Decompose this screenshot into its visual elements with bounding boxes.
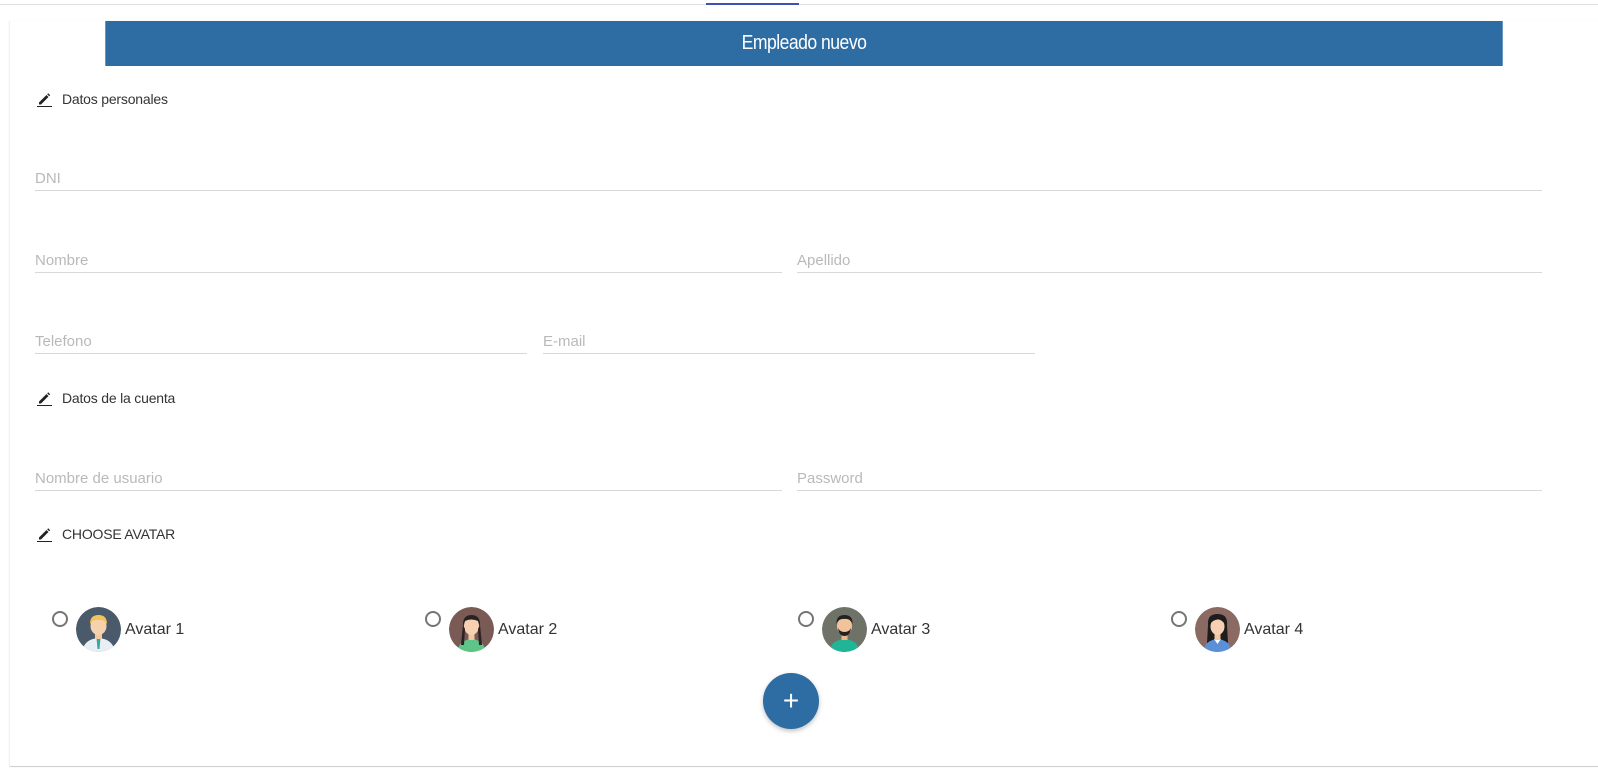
female-braids-avatar-icon bbox=[449, 607, 494, 652]
card-title: Empleado nuevo bbox=[741, 32, 867, 54]
dni-input[interactable] bbox=[35, 167, 1542, 190]
avatar-option-2[interactable]: Avatar 2 bbox=[425, 607, 558, 652]
male-blonde-avatar-icon bbox=[76, 607, 121, 652]
edit-icon bbox=[37, 528, 52, 542]
new-employee-card: Empleado nuevo Datos personales Datos de… bbox=[10, 21, 1598, 767]
telefono-field bbox=[35, 330, 527, 354]
avatar-option-3[interactable]: Avatar 3 bbox=[798, 607, 931, 652]
avatar-1-label: Avatar 1 bbox=[125, 621, 185, 638]
avatar-3-label: Avatar 3 bbox=[871, 621, 931, 638]
edit-icon bbox=[37, 392, 52, 406]
apellido-field bbox=[797, 249, 1542, 273]
avatar-option-4[interactable]: Avatar 4 bbox=[1171, 607, 1304, 652]
telefono-input[interactable] bbox=[35, 330, 527, 353]
female-dark-hair-avatar-icon bbox=[1195, 607, 1240, 652]
dni-field bbox=[35, 167, 1542, 191]
email-input[interactable] bbox=[543, 330, 1035, 353]
section-account-label: Datos de la cuenta bbox=[62, 390, 176, 406]
password-input[interactable] bbox=[797, 467, 1542, 490]
avatar-4-radio[interactable] bbox=[1171, 611, 1187, 627]
avatar-3-radio[interactable] bbox=[798, 611, 814, 627]
top-tab-strip bbox=[0, 0, 1598, 5]
username-field bbox=[35, 467, 782, 491]
avatar-4-label: Avatar 4 bbox=[1244, 621, 1304, 638]
avatar-2-label: Avatar 2 bbox=[498, 621, 558, 638]
nombre-field bbox=[35, 249, 782, 273]
nombre-input[interactable] bbox=[35, 249, 782, 272]
password-field bbox=[797, 467, 1542, 491]
card-header: Empleado nuevo bbox=[105, 21, 1503, 66]
section-account-data: Datos de la cuenta bbox=[36, 390, 175, 406]
avatar-2-radio[interactable] bbox=[425, 611, 441, 627]
section-personal-data: Datos personales bbox=[36, 91, 168, 107]
edit-icon bbox=[37, 93, 52, 107]
username-input[interactable] bbox=[35, 467, 782, 490]
section-choose-avatar: CHOOSE AVATAR bbox=[36, 526, 175, 542]
section-avatar-label: CHOOSE AVATAR bbox=[62, 526, 176, 542]
email-field bbox=[543, 330, 1035, 354]
apellido-input[interactable] bbox=[797, 249, 1542, 272]
male-beard-avatar-icon bbox=[822, 607, 867, 652]
section-personal-label: Datos personales bbox=[62, 91, 168, 107]
add-employee-button[interactable]: + bbox=[763, 673, 819, 729]
avatar-option-1[interactable]: Avatar 1 bbox=[52, 607, 185, 652]
active-tab-indicator bbox=[706, 3, 799, 5]
avatar-1-radio[interactable] bbox=[52, 611, 68, 627]
